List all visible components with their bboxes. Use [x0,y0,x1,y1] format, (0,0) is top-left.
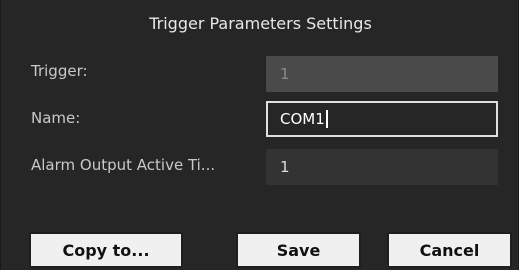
dialog-title: Trigger Parameters Settings [149,14,372,33]
trigger-label: Trigger: [31,62,88,80]
text-caret [325,110,328,128]
copy-to-button[interactable]: Copy to... [29,232,183,268]
cancel-button[interactable]: Cancel [387,232,512,268]
name-label: Name: [31,109,81,127]
alarm-output-active-time-input[interactable]: 1 [266,149,498,185]
name-value: COM1 [280,110,325,128]
trigger-parameters-dialog: Trigger Parameters Settings Trigger: 1 N… [0,0,519,270]
trigger-field: 1 [266,56,498,92]
alarm-output-active-time-value: 1 [280,158,290,176]
trigger-value: 1 [280,65,290,83]
save-button[interactable]: Save [236,232,361,268]
name-input[interactable]: COM1 [266,101,498,137]
alarm-output-active-time-label: Alarm Output Active Ti... [31,156,216,174]
